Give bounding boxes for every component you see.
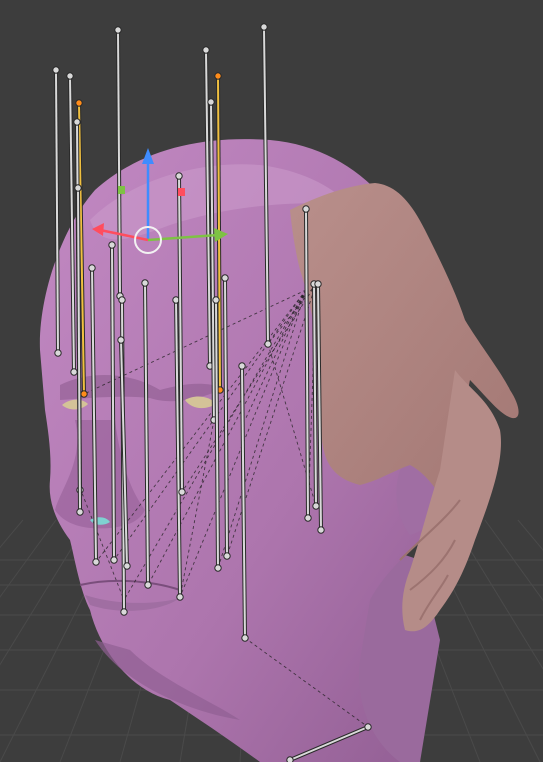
bone-tail-joint[interactable] — [76, 508, 84, 516]
bone-head-joint[interactable] — [221, 274, 229, 282]
bone-tail-joint[interactable] — [144, 581, 152, 589]
bone-tail-joint[interactable] — [120, 608, 128, 616]
bone-tail-joint[interactable] — [80, 390, 88, 398]
bone-tail-joint[interactable] — [70, 368, 78, 376]
bone-tail-joint[interactable] — [317, 526, 325, 534]
bone-tail-joint[interactable] — [178, 488, 186, 496]
grid-line — [0, 519, 24, 549]
bone-tail-joint[interactable] — [214, 564, 222, 572]
gizmo-plane-handle-green[interactable] — [118, 186, 125, 194]
bone-head-joint[interactable] — [108, 241, 116, 249]
bone-tail-joint[interactable] — [92, 558, 100, 566]
bone-head-joint[interactable] — [314, 280, 322, 288]
bone-tail-joint[interactable] — [223, 552, 231, 560]
bone-head-joint[interactable] — [114, 26, 122, 34]
bone-head-joint[interactable] — [238, 362, 246, 370]
bone-head-joint[interactable] — [286, 756, 294, 762]
bone-head-joint[interactable] — [302, 205, 310, 213]
bone-tail-joint[interactable] — [304, 514, 312, 522]
bone-head-joint[interactable] — [141, 279, 149, 287]
bone-tail-joint[interactable] — [110, 556, 118, 564]
grid-line — [484, 519, 543, 602]
bone-tail-joint[interactable] — [176, 593, 184, 601]
viewport-canvas[interactable] — [0, 0, 543, 762]
bone-head-joint[interactable] — [75, 99, 83, 107]
bone-head-joint[interactable] — [207, 98, 215, 106]
bone-head-joint[interactable] — [260, 23, 268, 31]
bone-tail-joint[interactable] — [364, 723, 372, 731]
bone-tail-joint[interactable] — [312, 502, 320, 510]
bone-head-joint[interactable] — [88, 264, 96, 272]
gizmo-plane-handle-red[interactable] — [178, 188, 185, 196]
bone-head-joint[interactable] — [212, 296, 220, 304]
bone-head-joint[interactable] — [118, 296, 126, 304]
bone-head-joint[interactable] — [74, 184, 82, 192]
bone-head-joint[interactable] — [202, 46, 210, 54]
bone-head-joint[interactable] — [66, 72, 74, 80]
3d-viewport[interactable] — [0, 0, 543, 762]
bone-tail-joint[interactable] — [241, 634, 249, 642]
bone-tail-joint[interactable] — [123, 562, 131, 570]
bone-head-joint[interactable] — [214, 72, 222, 80]
bone-head-joint[interactable] — [117, 336, 125, 344]
grid-line — [0, 519, 57, 598]
bone-head-joint[interactable] — [52, 66, 60, 74]
bone-tail-joint[interactable] — [264, 340, 272, 348]
bone-head-joint[interactable] — [73, 118, 81, 126]
bone-head-joint[interactable] — [175, 172, 183, 180]
bone-tail-joint[interactable] — [54, 349, 62, 357]
